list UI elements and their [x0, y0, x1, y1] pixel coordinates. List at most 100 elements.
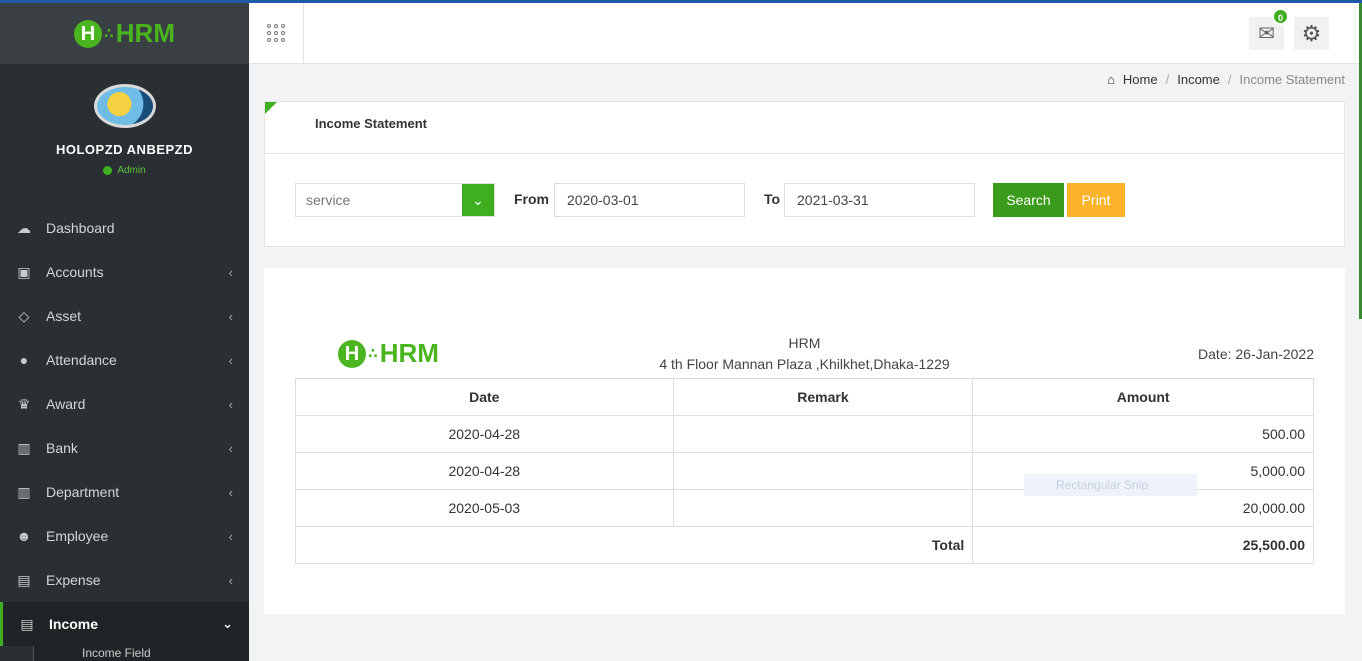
- income-type-select[interactable]: service ⌄: [295, 183, 495, 217]
- envelope-icon: ✉: [1258, 23, 1275, 45]
- brand-logo-mark: H ∴ HRM: [74, 18, 175, 49]
- users-icon: ☻: [16, 528, 32, 544]
- online-status-dot: [103, 166, 113, 175]
- column-header-amount: Amount: [972, 378, 1314, 416]
- sidebar-item-label: Income: [49, 616, 99, 632]
- apps-grid-dot: [267, 31, 271, 35]
- apps-grid-dot: [281, 31, 285, 35]
- sidebar-logo-bar: H ∴ HRM: [0, 3, 249, 64]
- user-role-label: Admin: [117, 165, 146, 176]
- chevron-left-icon: ‹: [228, 528, 233, 544]
- chevron-down-icon: ⌄: [222, 616, 233, 631]
- avatar[interactable]: [93, 84, 156, 128]
- apps-menu-button[interactable]: [249, 3, 304, 63]
- sidebar-item-dashboard[interactable]: ☁ Dashboard: [0, 206, 249, 250]
- building-icon: ▥: [17, 483, 31, 500]
- total-value: 25,500.00: [972, 526, 1314, 564]
- chevron-left-icon: ‹: [228, 440, 233, 456]
- brand-logo-dots: ∴: [104, 25, 114, 41]
- snip-tool-overlay: Rectangular Snip: [1024, 474, 1197, 496]
- sidebar-item-income[interactable]: ▤ Income ⌄: [0, 602, 249, 646]
- sidebar-item-bank[interactable]: ▥ Bank ‹: [0, 426, 249, 470]
- breadcrumb-home[interactable]: Home: [1123, 72, 1158, 87]
- sidebar-item-label: Expense: [46, 572, 101, 588]
- sidebar-item-expense[interactable]: ▤ Expense ‹: [0, 558, 249, 602]
- user-icon: ●: [19, 352, 29, 368]
- cell-date: 2020-04-28: [295, 415, 674, 453]
- search-button[interactable]: Search: [993, 183, 1064, 217]
- table-row: 2020-04-28 500.00: [295, 415, 1314, 453]
- income-table: Date Remark Amount 2020-04-28 500.00 202…: [294, 378, 1314, 564]
- from-date-input[interactable]: 2020-03-01: [554, 183, 745, 217]
- chevron-left-icon: ‹: [228, 484, 233, 500]
- settings-button[interactable]: ⚙: [1294, 17, 1329, 50]
- gear-icon: ⚙: [1301, 20, 1322, 46]
- breadcrumb-section[interactable]: Income: [1177, 72, 1220, 87]
- dashboard-icon: ☁: [17, 219, 31, 236]
- sidebar-item-label: Award: [46, 396, 86, 412]
- sidebar-item-label: Department: [46, 484, 120, 500]
- sidebar-item-attendance[interactable]: ● Attendance ‹: [0, 338, 249, 382]
- chevron-left-icon: ‹: [228, 308, 233, 324]
- sidebar-item-label: Asset: [46, 308, 82, 324]
- to-label: To: [764, 191, 781, 207]
- user-role: Admin: [0, 165, 249, 176]
- cell-date: 2020-05-03: [295, 489, 674, 527]
- sidebar-item-accounts[interactable]: ▣ Accounts ‹: [0, 250, 249, 294]
- page-title: Income Statement: [315, 116, 427, 131]
- cell-date: 2020-04-28: [295, 452, 674, 490]
- cell-amount: 500.00: [972, 415, 1314, 453]
- sidebar-item-asset[interactable]: ◇ Asset ‹: [0, 294, 249, 338]
- print-button[interactable]: Print: [1067, 183, 1125, 217]
- chevron-left-icon: ‹: [228, 572, 233, 588]
- chevron-left-icon: ‹: [228, 352, 233, 368]
- sidebar-item-label: Employee: [46, 528, 109, 544]
- chevron-down-icon[interactable]: ⌄: [462, 184, 494, 216]
- column-header-date: Date: [295, 378, 674, 416]
- cell-remark: [672, 489, 974, 527]
- sidebar: H ∴ HRM HOLOPZD ANBEPZD Admin ☁ Dashboard ▣ A…: [0, 3, 249, 661]
- sidebar-item-department[interactable]: ▥ Department ‹: [0, 470, 249, 514]
- sidebar-item-label: Attendance: [46, 352, 117, 368]
- trophy-icon: ♛: [17, 395, 31, 412]
- bank-icon: ▥: [17, 439, 31, 456]
- column-header-remark: Remark: [672, 378, 974, 416]
- brand-logo-h: H: [74, 19, 103, 48]
- filter-panel: Income Statement service ⌄ From 2020-03-…: [264, 101, 1345, 247]
- from-label: From: [514, 191, 549, 207]
- sidebar-item-label: Bank: [46, 440, 78, 456]
- top-header: ✉ 0 ⚙: [249, 3, 1360, 64]
- brand-logo-text: HRM: [115, 18, 175, 48]
- apps-grid-dot: [267, 24, 271, 28]
- total-row: Total 25,500.00: [294, 526, 1314, 564]
- sidebar-nav: ☁ Dashboard ▣ Accounts ‹ ◇ Asset ‹ ● Attendance ‹ ♛…: [0, 206, 249, 646]
- company-name: HRM: [788, 335, 821, 351]
- notification-badge: 0: [1272, 8, 1289, 25]
- breadcrumb-separator: /: [1227, 72, 1232, 87]
- apps-grid-dot: [281, 24, 285, 28]
- breadcrumb: ⌂ Home / Income / Income Statement: [1107, 72, 1345, 87]
- sidebar-item-award[interactable]: ♛ Award ‹: [0, 382, 249, 426]
- report-date: Date: 26-Jan-2022: [1198, 346, 1314, 362]
- sidebar-sub-item[interactable]: Income Field: [33, 646, 249, 661]
- breadcrumb-current: Income Statement: [1239, 72, 1346, 87]
- income-type-value: service: [306, 192, 351, 208]
- report-panel: H ∴ HRM HRM 4 th Floor Mannan Plaza ,Khilk…: [264, 268, 1345, 614]
- to-date-input[interactable]: 2021-03-31: [784, 183, 975, 217]
- sidebar-item-employee[interactable]: ☻ Employee ‹: [0, 514, 249, 558]
- cell-remark: [672, 415, 974, 453]
- table-header-row: Date Remark Amount: [295, 378, 1314, 416]
- home-icon: ⌂: [1107, 72, 1115, 87]
- panel-divider: [265, 153, 1344, 154]
- briefcase-icon: ▣: [17, 263, 31, 280]
- cell-remark: [672, 452, 974, 490]
- chevron-left-icon: ‹: [228, 396, 233, 412]
- chevron-left-icon: ‹: [228, 264, 233, 280]
- user-name: HOLOPZD ANBEPZD: [55, 142, 194, 157]
- apps-grid-dot: [274, 31, 278, 35]
- money-icon: ▤: [17, 571, 31, 588]
- company-address: 4 th Floor Mannan Plaza ,Khilkhet,Dhaka-…: [659, 356, 950, 372]
- brand-logo[interactable]: H ∴ HRM: [74, 18, 175, 49]
- apps-grid-dot: [281, 38, 285, 42]
- apps-grid-dot: [274, 38, 278, 42]
